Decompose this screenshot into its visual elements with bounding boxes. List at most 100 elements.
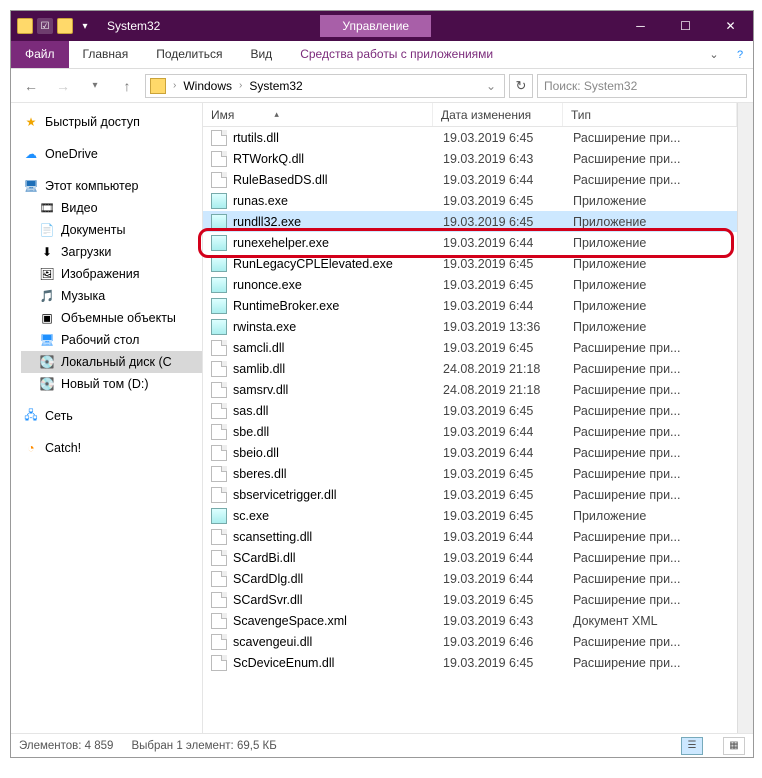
- nav-catch[interactable]: ◔Catch!: [21, 437, 202, 459]
- ribbon-expand-icon[interactable]: ⌄: [701, 41, 727, 68]
- file-type: Приложение: [573, 299, 737, 313]
- file-row[interactable]: SCardBi.dll19.03.2019 6:44Расширение при…: [203, 547, 737, 568]
- address-dropdown-icon[interactable]: ⌄: [482, 79, 500, 93]
- exe-icon: [211, 298, 227, 314]
- breadcrumb-seg[interactable]: System32: [247, 79, 304, 93]
- file-icon: [211, 466, 227, 482]
- file-type: Расширение при...: [573, 152, 737, 166]
- nav-music[interactable]: 🎵Музыка: [21, 285, 202, 307]
- file-type: Приложение: [573, 509, 737, 523]
- refresh-button[interactable]: ↻: [509, 74, 533, 98]
- exe-icon: [211, 508, 227, 524]
- file-icon: [211, 655, 227, 671]
- nav-drive-d[interactable]: 💽Новый том (D:): [21, 373, 202, 395]
- close-button[interactable]: ✕: [708, 11, 753, 41]
- vertical-scrollbar[interactable]: [737, 103, 753, 733]
- file-row[interactable]: sbeio.dll19.03.2019 6:44Расширение при..…: [203, 442, 737, 463]
- tab-share[interactable]: Поделиться: [142, 41, 236, 68]
- exe-icon: [211, 193, 227, 209]
- forward-button[interactable]: →: [49, 73, 77, 99]
- file-row[interactable]: rwinsta.exe19.03.2019 13:36Приложение: [203, 316, 737, 337]
- file-icon: [211, 151, 227, 167]
- recent-dropdown-icon[interactable]: ▾: [81, 73, 109, 99]
- navigation-pane[interactable]: ★Быстрый доступ ☁OneDrive 🖥Этот компьюте…: [11, 103, 203, 733]
- minimize-button[interactable]: ─: [618, 11, 663, 41]
- nav-documents[interactable]: 📄Документы: [21, 219, 202, 241]
- maximize-button[interactable]: ☐: [663, 11, 708, 41]
- file-row[interactable]: rundll32.exe19.03.2019 6:45Приложение: [203, 211, 737, 232]
- file-row[interactable]: samlib.dll24.08.2019 21:18Расширение при…: [203, 358, 737, 379]
- file-row[interactable]: samsrv.dll24.08.2019 21:18Расширение при…: [203, 379, 737, 400]
- file-pane: Имя▴ Дата изменения Тип rtutils.dll19.03…: [203, 103, 737, 733]
- file-row[interactable]: SCardSvr.dll19.03.2019 6:45Расширение пр…: [203, 589, 737, 610]
- file-name: sbeio.dll: [233, 446, 443, 460]
- file-name: rwinsta.exe: [233, 320, 443, 334]
- file-row[interactable]: runexehelper.exe19.03.2019 6:44Приложени…: [203, 232, 737, 253]
- file-row[interactable]: sbservicetrigger.dll19.03.2019 6:45Расши…: [203, 484, 737, 505]
- file-date: 19.03.2019 6:43: [443, 614, 573, 628]
- pc-icon: 🖥: [23, 178, 39, 194]
- file-date: 19.03.2019 6:45: [443, 488, 573, 502]
- file-date: 19.03.2019 6:45: [443, 341, 573, 355]
- file-date: 19.03.2019 6:43: [443, 152, 573, 166]
- nav-this-pc[interactable]: 🖥Этот компьютер: [21, 175, 202, 197]
- file-tab[interactable]: Файл: [11, 41, 69, 68]
- nav-network[interactable]: 🖧Сеть: [21, 405, 202, 427]
- chevron-right-icon[interactable]: ›: [236, 80, 245, 91]
- tab-apptools[interactable]: Средства работы с приложениями: [286, 41, 507, 68]
- file-row[interactable]: samcli.dll19.03.2019 6:45Расширение при.…: [203, 337, 737, 358]
- file-row[interactable]: RuntimeBroker.exe19.03.2019 6:44Приложен…: [203, 295, 737, 316]
- address-box[interactable]: › Windows › System32 ⌄: [145, 74, 505, 98]
- search-input[interactable]: Поиск: System32: [537, 74, 747, 98]
- file-row[interactable]: RunLegacyCPLElevated.exe19.03.2019 6:45П…: [203, 253, 737, 274]
- nav-videos[interactable]: 🎞Видео: [21, 197, 202, 219]
- up-button[interactable]: ↑: [113, 73, 141, 99]
- col-type[interactable]: Тип: [563, 103, 737, 126]
- nav-quick-access[interactable]: ★Быстрый доступ: [21, 111, 202, 133]
- file-row[interactable]: ScDeviceEnum.dll19.03.2019 6:45Расширени…: [203, 652, 737, 673]
- download-icon: ⬇: [39, 244, 55, 260]
- icons-view-button[interactable]: ▦: [723, 737, 745, 755]
- explorer-window: ☑ ▾ System32 Управление ─ ☐ ✕ Файл Главн…: [10, 10, 754, 758]
- file-row[interactable]: RuleBasedDS.dll19.03.2019 6:44Расширение…: [203, 169, 737, 190]
- back-button[interactable]: ←: [17, 73, 45, 99]
- picture-icon: 🖼: [39, 266, 55, 282]
- details-view-button[interactable]: ☰: [681, 737, 703, 755]
- file-list[interactable]: rtutils.dll19.03.2019 6:45Расширение при…: [203, 127, 737, 733]
- titlebar[interactable]: ☑ ▾ System32 Управление ─ ☐ ✕: [11, 11, 753, 41]
- file-row[interactable]: SCardDlg.dll19.03.2019 6:44Расширение пр…: [203, 568, 737, 589]
- breadcrumb-seg[interactable]: Windows: [181, 79, 234, 93]
- folder-icon: [150, 78, 166, 94]
- file-row[interactable]: RTWorkQ.dll19.03.2019 6:43Расширение при…: [203, 148, 737, 169]
- new-folder-icon[interactable]: [57, 18, 73, 34]
- col-name[interactable]: Имя▴: [203, 103, 433, 126]
- file-row[interactable]: rtutils.dll19.03.2019 6:45Расширение при…: [203, 127, 737, 148]
- explorer-body: ★Быстрый доступ ☁OneDrive 🖥Этот компьюте…: [11, 103, 753, 733]
- file-row[interactable]: scansetting.dll19.03.2019 6:44Расширение…: [203, 526, 737, 547]
- nav-3dobjects[interactable]: ▣Объемные объекты: [21, 307, 202, 329]
- tab-view[interactable]: Вид: [236, 41, 286, 68]
- properties-icon[interactable]: ☑: [37, 18, 53, 34]
- nav-pictures[interactable]: 🖼Изображения: [21, 263, 202, 285]
- file-type: Расширение при...: [573, 446, 737, 460]
- nav-drive-c[interactable]: 💽Локальный диск (C: [21, 351, 202, 373]
- folder-icon[interactable]: [17, 18, 33, 34]
- tab-home[interactable]: Главная: [69, 41, 143, 68]
- nav-onedrive[interactable]: ☁OneDrive: [21, 143, 202, 165]
- nav-downloads[interactable]: ⬇Загрузки: [21, 241, 202, 263]
- file-row[interactable]: scavengeui.dll19.03.2019 6:46Расширение …: [203, 631, 737, 652]
- file-row[interactable]: sbe.dll19.03.2019 6:44Расширение при...: [203, 421, 737, 442]
- qat-dropdown-icon[interactable]: ▾: [77, 18, 93, 34]
- file-row[interactable]: sas.dll19.03.2019 6:45Расширение при...: [203, 400, 737, 421]
- help-icon[interactable]: ?: [727, 41, 753, 68]
- file-row[interactable]: ScavengeSpace.xml19.03.2019 6:43Документ…: [203, 610, 737, 631]
- nav-desktop[interactable]: 🖥Рабочий стол: [21, 329, 202, 351]
- column-headers[interactable]: Имя▴ Дата изменения Тип: [203, 103, 737, 127]
- chevron-right-icon[interactable]: ›: [170, 80, 179, 91]
- file-row[interactable]: runas.exe19.03.2019 6:45Приложение: [203, 190, 737, 211]
- col-date[interactable]: Дата изменения: [433, 103, 563, 126]
- file-row[interactable]: sc.exe19.03.2019 6:45Приложение: [203, 505, 737, 526]
- selection-info: Выбран 1 элемент: 69,5 КБ: [131, 740, 276, 752]
- file-row[interactable]: runonce.exe19.03.2019 6:45Приложение: [203, 274, 737, 295]
- file-row[interactable]: sberes.dll19.03.2019 6:45Расширение при.…: [203, 463, 737, 484]
